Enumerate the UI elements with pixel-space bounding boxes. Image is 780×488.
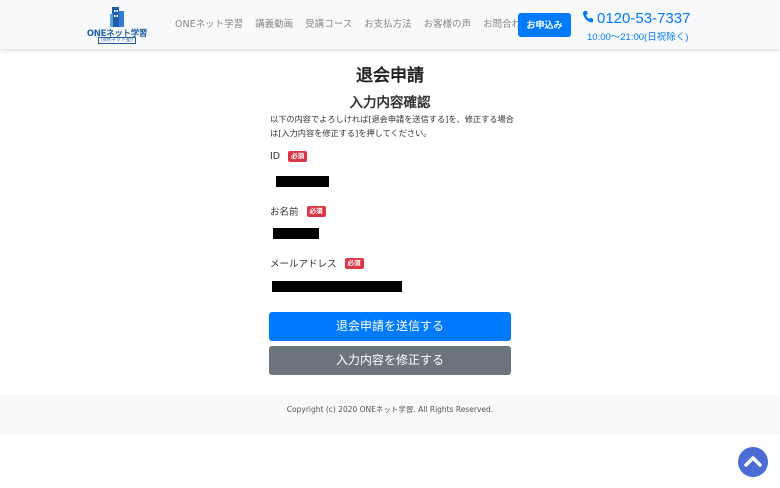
site-logo[interactable]: ONEネット学習 (e点ネット塾) — [86, 5, 148, 44]
required-badge: 必須 — [344, 257, 364, 269]
business-hours: 10:00～21:00(日祝除く) — [587, 32, 689, 43]
nav-item-testimonials[interactable]: お客様の声 — [424, 18, 472, 32]
nav-item-payment[interactable]: お支払方法 — [364, 18, 412, 32]
field-label-email: メールアドレス 必須 — [270, 256, 364, 270]
apply-button[interactable]: お申込み — [518, 13, 571, 37]
logo-building-icon — [110, 7, 124, 27]
redacted-id-value — [276, 176, 329, 187]
field-label-email-text: メールアドレス — [270, 259, 337, 270]
chevron-up-icon — [744, 456, 762, 467]
main-nav: ONEネット学習 講義動画 受講コース お支払方法 お客様の声 お問合わせ — [175, 18, 531, 32]
required-badge: 必須 — [288, 151, 308, 162]
nav-item-lectures[interactable]: 講義動画 — [255, 18, 293, 32]
nav-item-home[interactable]: ONEネット学習 — [175, 18, 243, 32]
back-to-top-button[interactable] — [738, 447, 768, 477]
submit-withdrawal-button[interactable]: 退会申請を送信する — [269, 312, 511, 341]
field-label-id-text: ID — [270, 151, 281, 162]
site-footer: Copyright (c) 2020 ONEネット学習. All Rights … — [0, 395, 780, 435]
phone-number-text: 0120-53-7337 — [597, 10, 691, 27]
copyright-text: Copyright (c) 2020 ONEネット学習. All Rights … — [286, 405, 494, 414]
edit-input-button[interactable]: 入力内容を修正する — [269, 346, 511, 375]
instruction-text: 以下の内容でよろしければ[退会申請を送信する]を、修正する場合は[入力内容を修正… — [270, 114, 514, 138]
redacted-email-value — [272, 281, 402, 292]
required-badge: 必須 — [306, 205, 326, 217]
logo-subtext: (e点ネット塾) — [98, 37, 136, 44]
section-title: 入力内容確認 — [349, 95, 431, 111]
field-label-name: お名前 必須 — [270, 204, 326, 218]
phone-number[interactable]: 0120-53-7337 — [582, 10, 690, 28]
field-label-name-text: お名前 — [270, 207, 299, 218]
site-header: ONEネット学習 (e点ネット塾) ONEネット学習 講義動画 受講コース お支… — [0, 0, 780, 49]
page-title: 退会申請 — [356, 66, 424, 86]
phone-icon — [582, 11, 593, 23]
nav-item-courses[interactable]: 受講コース — [305, 18, 352, 32]
redacted-name-value — [273, 228, 319, 239]
field-label-id: ID 必須 — [270, 151, 308, 162]
